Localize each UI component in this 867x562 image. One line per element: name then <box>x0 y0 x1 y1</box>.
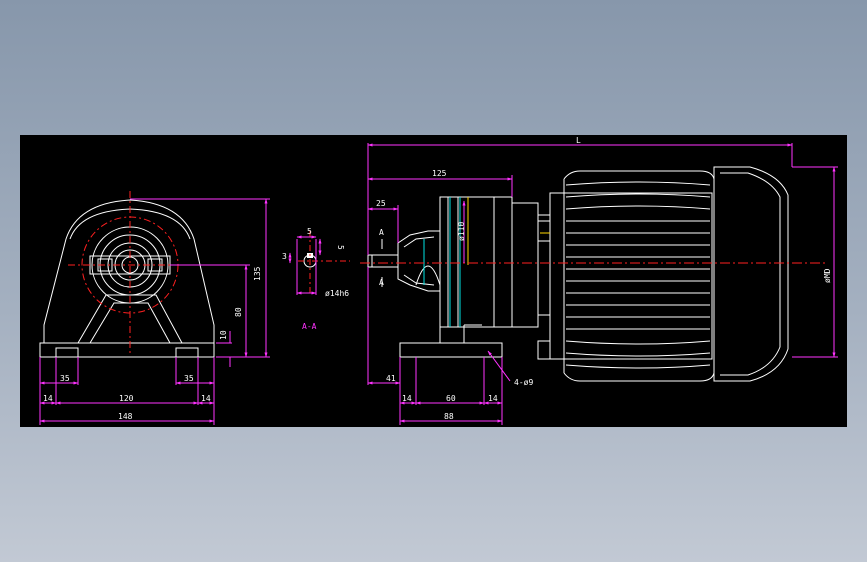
dim-14-right-side: 14 <box>488 394 498 403</box>
front-view <box>39 199 215 358</box>
dim-110: ø110 <box>457 222 466 241</box>
dim-10: 10 <box>219 330 228 340</box>
dim-88: 88 <box>444 412 454 421</box>
dim-mounting-holes: 4-ø9 <box>514 378 533 387</box>
section-mark-top: A <box>379 228 384 237</box>
front-housing-outline <box>43 199 215 344</box>
side-motor-fins <box>565 181 711 369</box>
dim-120: 120 <box>119 394 134 403</box>
section-label: A-A <box>302 322 317 331</box>
dim-motor-diameter: øMD <box>823 268 832 283</box>
cad-drawing: 135 80 10 35 35 14 120 14 148 5 5 3 ø14h… <box>39 136 838 425</box>
side-motor-body <box>549 192 713 360</box>
dim-14-left: 14 <box>43 394 53 403</box>
dim-80: 80 <box>234 307 243 317</box>
dim-35-left: 35 <box>60 374 70 383</box>
side-view <box>367 166 789 382</box>
front-dimension-labels: 135 80 10 35 35 14 120 14 148 <box>43 266 262 421</box>
dim-148: 148 <box>118 412 133 421</box>
side-foot <box>399 342 503 358</box>
dim-14-right: 14 <box>201 394 211 403</box>
section-mark-bottom: A <box>379 278 384 287</box>
front-base-plate <box>39 342 215 358</box>
dim-L: L <box>576 136 581 145</box>
dim-5-top: 5 <box>307 227 312 236</box>
dim-shaft-14h6: ø14h6 <box>325 289 349 298</box>
front-centerlines <box>68 191 192 355</box>
side-fan-cover <box>713 166 789 382</box>
side-terminal-box <box>537 220 551 242</box>
dim-14-left-side: 14 <box>402 394 412 403</box>
cad-drawing-area: 135 80 10 35 35 14 120 14 148 5 5 3 ø14h… <box>20 135 847 427</box>
dim-60: 60 <box>446 394 456 403</box>
dim-135: 135 <box>253 266 262 281</box>
dim-41: 41 <box>386 374 396 383</box>
side-reducer-body <box>439 196 513 328</box>
side-gear-housing <box>397 230 441 292</box>
dim-5-side: 5 <box>336 245 345 250</box>
dim-25: 25 <box>376 199 386 208</box>
dim-3: 3 <box>282 252 287 261</box>
dim-125: 125 <box>432 169 447 178</box>
side-dimensions <box>367 143 838 425</box>
dim-35-right: 35 <box>184 374 194 383</box>
section-view: 5 5 3 ø14h6 A-A <box>282 227 350 331</box>
side-hidden-lines <box>423 197 461 327</box>
